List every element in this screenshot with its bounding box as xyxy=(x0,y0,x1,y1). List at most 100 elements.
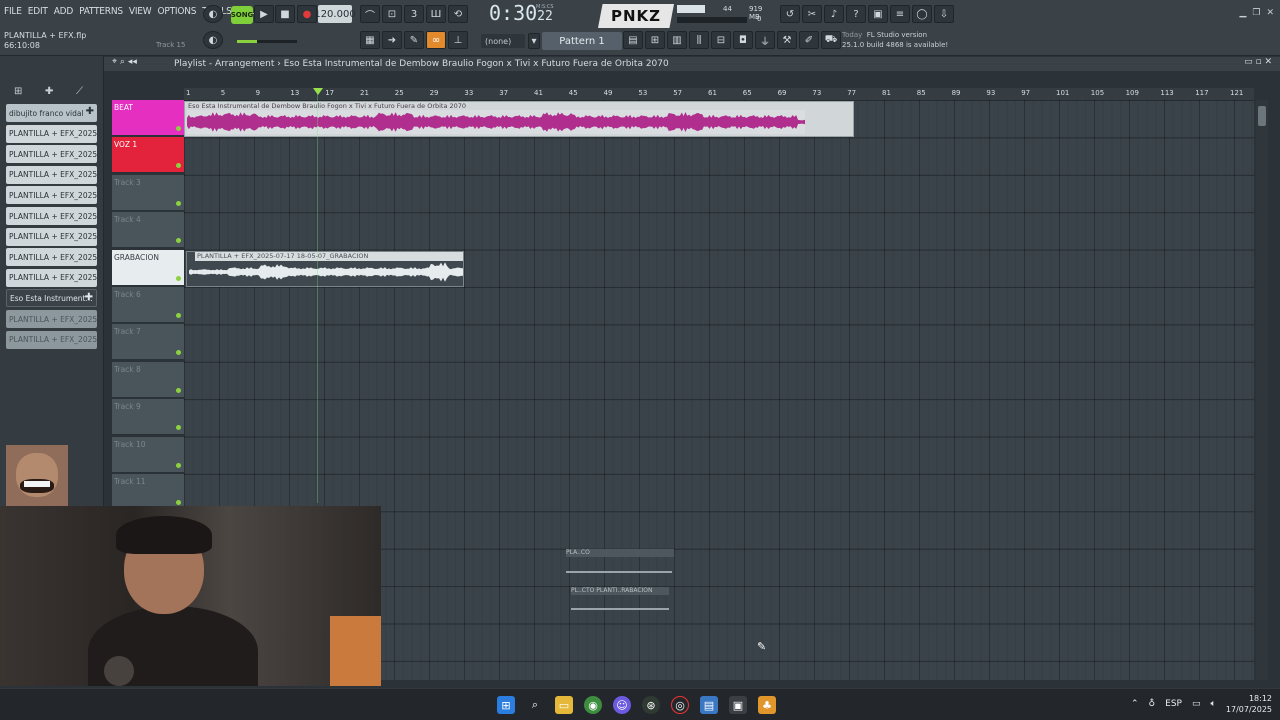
track-header[interactable]: Track 7 xyxy=(112,324,184,361)
menu-patterns[interactable]: PATTERNS xyxy=(79,6,123,17)
track-header[interactable]: Track 9 xyxy=(112,399,184,436)
save-icon[interactable]: ▣ xyxy=(868,5,888,23)
arrangement-name[interactable]: Eso Esta Instrumental de Dembow Braulio … xyxy=(284,59,669,69)
tool-icon[interactable]: ⚒ xyxy=(777,31,797,49)
track-header[interactable]: Track 6 xyxy=(112,287,184,323)
picker-slice-icon[interactable]: ⟋ xyxy=(76,86,83,97)
track-header[interactable]: Track 3 xyxy=(112,174,184,211)
pencil-icon[interactable]: ✎ xyxy=(404,31,424,49)
mic-icon[interactable]: ♪ xyxy=(824,5,844,23)
track-active-indicator[interactable] xyxy=(176,313,181,318)
grabacion-audio-clip[interactable]: PLANTILLA + EFX_2025-07-17 18-05-07_GRAB… xyxy=(186,251,464,287)
menu-add[interactable]: ADD xyxy=(54,6,74,17)
picker-clip-plus-icon[interactable]: ✚ xyxy=(86,106,94,117)
picker-clip[interactable]: PLANTILLA + EFX_2025-0... xyxy=(6,186,97,205)
channel-rack-icon[interactable]: ⊞ xyxy=(645,31,665,49)
picker-clip[interactable]: PLANTILLA + EFX_2025-0... xyxy=(6,207,97,225)
picker-clip[interactable]: PLANTILLA + EFX_2025-0... xyxy=(6,268,97,287)
track-active-indicator[interactable] xyxy=(176,163,181,169)
loop-record-icon[interactable]: ⟲ xyxy=(448,5,468,23)
undo-icon[interactable]: ↺ xyxy=(780,5,800,23)
notepad-icon[interactable]: ▤ xyxy=(700,696,718,714)
beat-audio-clip[interactable]: Eso Esta Instrumental de Dembow Braulio … xyxy=(184,101,854,137)
master-pitch-knob[interactable]: ◐ xyxy=(203,31,223,49)
stop-button[interactable]: ■ xyxy=(275,5,295,23)
song-mode-toggle[interactable]: SONG xyxy=(231,6,253,24)
countdown-icon[interactable]: 3 xyxy=(404,5,424,23)
arrow-icon[interactable]: ➜ xyxy=(382,31,402,49)
file-explorer-icon[interactable]: ▭ xyxy=(555,696,573,714)
track-active-indicator[interactable] xyxy=(176,200,181,206)
picker-clip[interactable]: PLANTILLA + EFX_2025-0... xyxy=(6,124,97,143)
news-panel[interactable]: Today FL Studio version 25.1.0 build 486… xyxy=(842,30,948,50)
picker-snap-icon[interactable]: ✚ xyxy=(45,86,53,97)
tray-expand-icon[interactable]: ⌃ xyxy=(1131,699,1139,709)
download-icon[interactable]: ⇩ xyxy=(934,5,954,23)
picker-clip[interactable]: PLANTILLA + EFX_2025-0... xyxy=(6,227,97,246)
track-header[interactable]: Track 8 xyxy=(112,361,184,398)
pattern-selector[interactable]: Pattern 1 xyxy=(542,32,622,50)
track-header[interactable]: Track 11 xyxy=(112,474,184,510)
wait-record-icon[interactable]: ⊡ xyxy=(382,5,402,23)
clock[interactable]: 18:12 17/07/2025 xyxy=(1226,693,1272,715)
volume-icon[interactable]: 🔈︎ xyxy=(1210,699,1215,709)
picker-clip[interactable]: PLANTILLA + EFX_2025-0... xyxy=(6,248,97,267)
cut-icon[interactable]: ✂ xyxy=(802,5,822,23)
chat-icon[interactable]: ◯ xyxy=(912,5,932,23)
restore-icon[interactable]: ❐ xyxy=(1252,8,1260,18)
track-header[interactable]: Track 10 xyxy=(112,436,184,473)
picker-clip[interactable]: PLANTILLA + EFX_2025-0... xyxy=(6,310,97,328)
picker-clip[interactable]: PLANTILLA + EFX_2025-0... xyxy=(6,165,97,184)
track-active-indicator[interactable] xyxy=(176,126,181,131)
timeline-ruler[interactable]: 1 5 9 13 17 21 25 29 33 37 41 45 49 53 57 61 65 69 73 77 81 8… xyxy=(184,88,1254,100)
vertical-scrollbar[interactable] xyxy=(1256,100,1268,680)
track-active-indicator[interactable] xyxy=(176,350,181,356)
track-header[interactable]: BEAT xyxy=(112,100,184,136)
master-pitch-slider[interactable] xyxy=(237,40,297,43)
mixer-view-icon[interactable]: ⫼ xyxy=(689,31,709,49)
track-active-indicator[interactable] xyxy=(176,500,181,505)
search-icon[interactable]: ⌕ xyxy=(526,696,544,714)
piano-roll-icon[interactable]: ▦ xyxy=(360,31,380,49)
track-active-indicator[interactable] xyxy=(176,425,181,431)
metronome-icon[interactable]: ⌒ xyxy=(360,5,380,23)
scrollbar-thumb[interactable] xyxy=(1258,106,1266,126)
menu-options[interactable]: OPTIONS xyxy=(157,6,196,17)
track-active-indicator[interactable] xyxy=(176,238,181,244)
picker-mode-icon[interactable]: ⊞ xyxy=(14,86,22,97)
stamp-icon[interactable]: ⊥ xyxy=(448,31,468,49)
playhead-marker[interactable] xyxy=(313,88,323,95)
track-header[interactable]: GRABACION xyxy=(112,249,184,286)
track-active-indicator[interactable] xyxy=(176,462,181,468)
pattern-prev-icon[interactable]: ▾ xyxy=(528,33,540,49)
picker-clip[interactable]: PLANTILLA + EFX_2025-0... xyxy=(6,330,97,349)
cart-icon[interactable]: ⛟ xyxy=(821,31,841,49)
help-icon[interactable]: ? xyxy=(846,5,866,23)
discord-icon[interactable]: ☺ xyxy=(613,696,631,714)
obs-icon[interactable]: ◎ xyxy=(671,696,689,714)
picker-clip[interactable]: Eso Esta Instrument... ✚ xyxy=(6,289,97,308)
mic-tray-icon[interactable]: ♁ xyxy=(1149,699,1156,709)
fl-studio-icon[interactable]: ♣ xyxy=(758,696,776,714)
picker-clip[interactable]: PLANTILLA + EFX_2025-0... xyxy=(6,145,97,164)
step-edit-icon[interactable]: Ш xyxy=(426,5,446,23)
track-header[interactable]: Track 4 xyxy=(112,212,184,249)
start-icon[interactable]: ⊞ xyxy=(497,696,515,714)
language-indicator[interactable]: ESP xyxy=(1165,699,1182,709)
track-active-indicator[interactable] xyxy=(176,275,181,281)
brush-icon[interactable]: ✐ xyxy=(799,31,819,49)
select-tools-icons[interactable]: ⌖ ⌕ ◂◂ xyxy=(112,57,137,67)
minimize-icon[interactable]: ▁ xyxy=(1239,8,1246,18)
track-active-indicator[interactable] xyxy=(176,387,181,393)
piano-icon[interactable]: ▥ xyxy=(667,31,687,49)
link-icon[interactable]: ∞ xyxy=(426,31,446,49)
picker-clip-plus-icon[interactable]: ✚ xyxy=(85,292,93,303)
picker-clip[interactable]: dibujito franco vidal ✚ xyxy=(6,104,97,122)
track-header[interactable]: VOZ 1 xyxy=(112,137,184,174)
xbox-icon[interactable]: ⊛ xyxy=(642,696,660,714)
tempo-display[interactable]: 120.000 xyxy=(314,5,356,23)
plugin-icon[interactable]: ◘ xyxy=(733,31,753,49)
playlist-window-controls[interactable]: ▭ ▫ ✕ xyxy=(1244,57,1272,67)
plug-icon[interactable]: ⏚ xyxy=(755,31,775,49)
master-volume-knob[interactable]: ◐ xyxy=(203,5,223,23)
